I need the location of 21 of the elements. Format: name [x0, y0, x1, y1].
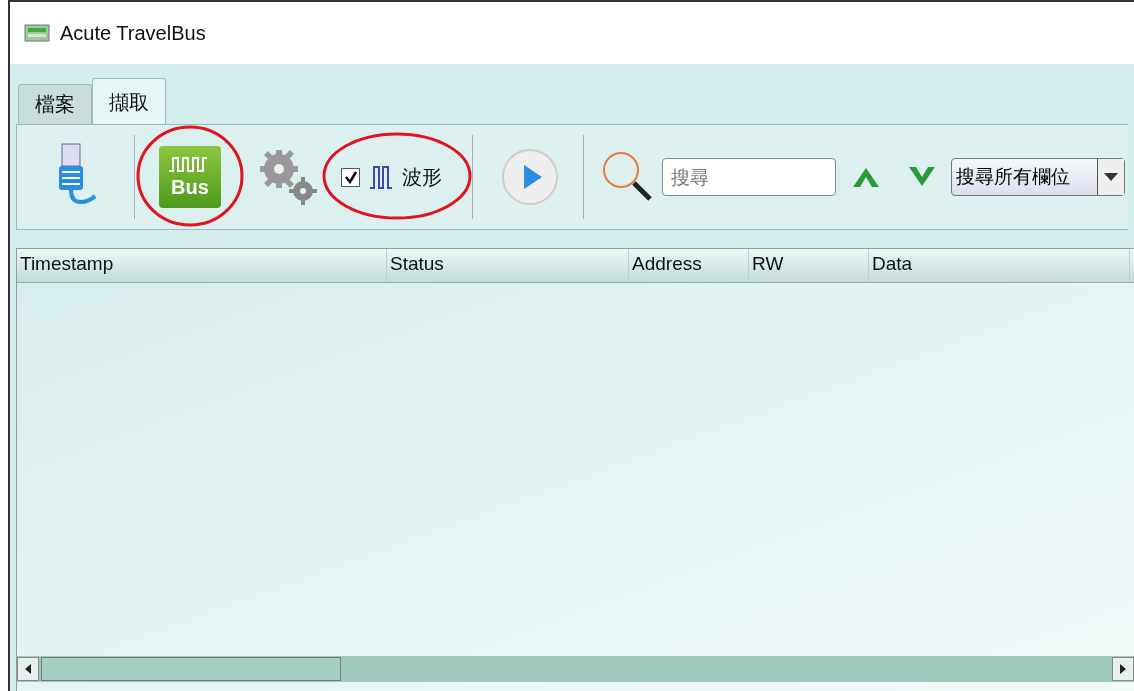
tab[interactable]: 檔案 — [18, 84, 92, 124]
horizontal-scrollbar[interactable] — [17, 656, 1134, 682]
right-arrow-icon — [1120, 664, 1126, 674]
column-header[interactable]: RW — [749, 249, 869, 282]
waveform-label: 波形 — [402, 163, 442, 191]
column-header[interactable]: Status — [387, 249, 629, 282]
tab[interactable]: 擷取 — [92, 78, 166, 124]
window-title: Acute TravelBus — [60, 21, 206, 45]
play-button[interactable] — [501, 148, 559, 206]
column-header[interactable]: Timestamp — [17, 249, 387, 282]
column-header[interactable]: Address — [629, 249, 749, 282]
waveform-checkbox[interactable] — [341, 167, 360, 187]
app-icon — [24, 23, 50, 43]
column-header[interactable]: Data — [869, 249, 1130, 282]
left-arrow-icon — [25, 664, 31, 674]
waveform-icon — [368, 164, 394, 190]
search-field[interactable]: 搜尋 — [662, 158, 836, 196]
scroll-left-button[interactable] — [17, 657, 39, 681]
search-scope-dropdown[interactable]: 搜尋所有欄位 — [951, 158, 1125, 196]
caret-icon — [1104, 173, 1118, 181]
scroll-right-button[interactable] — [1112, 657, 1134, 681]
